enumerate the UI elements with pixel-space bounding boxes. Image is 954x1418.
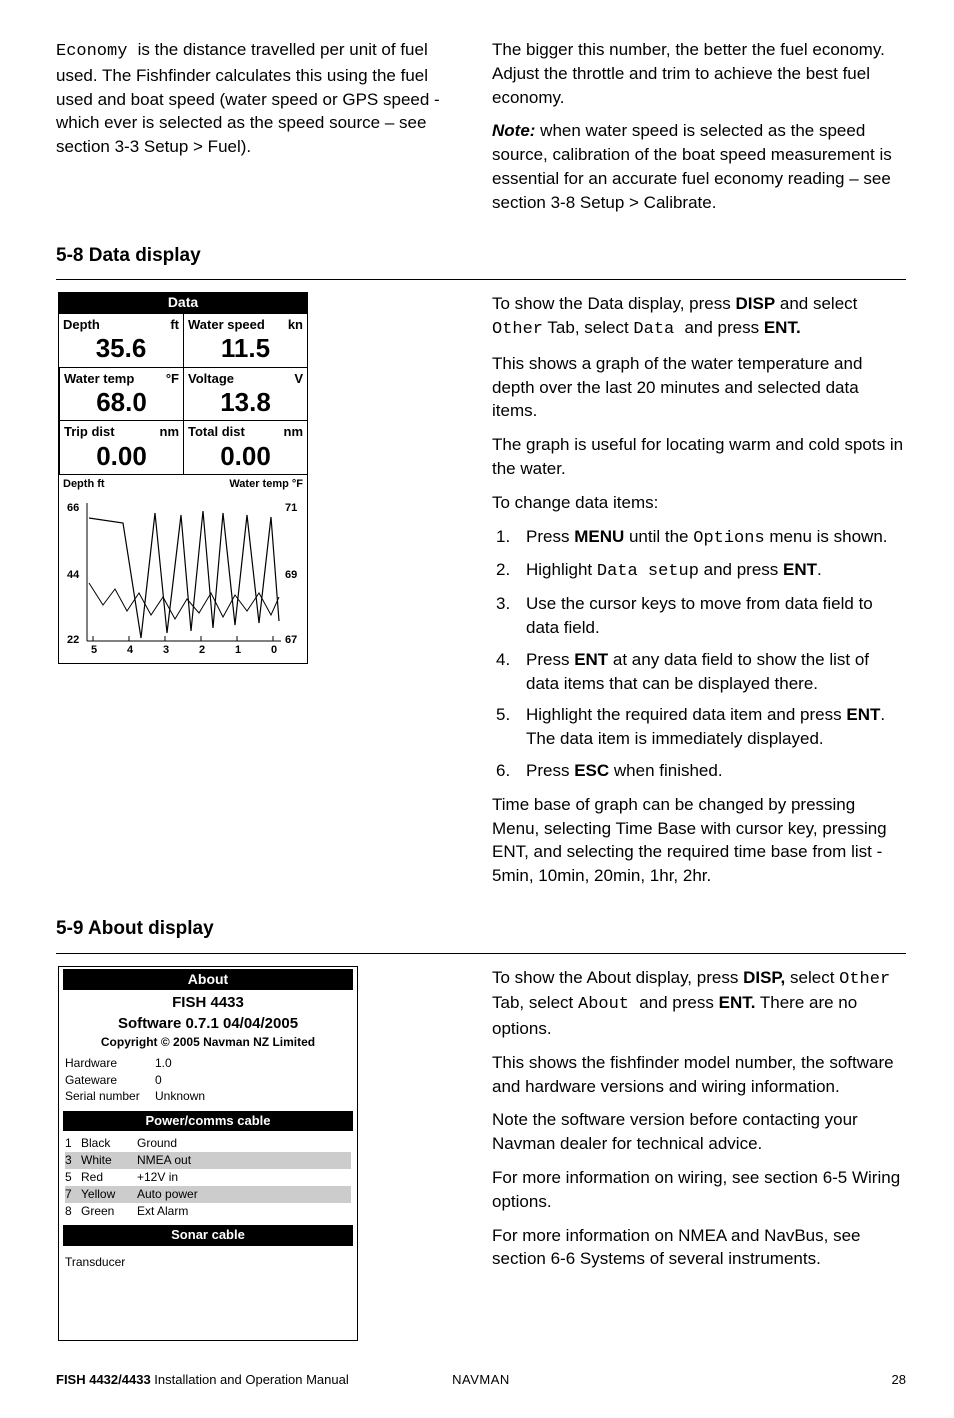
sonar-row: Transducer	[59, 1250, 357, 1341]
about-copyright: Copyright © 2005 Navman NZ Limited	[59, 1034, 357, 1051]
about-p2: This shows the fishfinder model number, …	[492, 1051, 906, 1099]
svg-text:67: 67	[285, 634, 297, 646]
svg-text:66: 66	[67, 502, 79, 514]
row-serial: Serial numberUnknown	[65, 1088, 351, 1105]
svg-text:1: 1	[235, 644, 241, 653]
cell-depth: Depthft 35.6	[59, 314, 183, 368]
svg-text:2: 2	[199, 644, 205, 653]
footer-brand: NAVMAN	[452, 1371, 510, 1389]
data-p2: This shows a graph of the water temperat…	[492, 352, 906, 423]
page-number: 28	[510, 1371, 906, 1389]
cell-voltage: VoltageV 13.8	[183, 368, 307, 422]
svg-text:3: 3	[163, 644, 169, 653]
section-5-8: 5-8 Data display Data Depthft 35.6 Water…	[56, 243, 906, 898]
about-figure-col: About FISH 4433 Software 0.7.1 04/04/200…	[56, 966, 456, 1342]
data-grid: Depthft 35.6 Water speedkn 11.5 Water te…	[58, 314, 308, 475]
about-model: FISH 4433	[59, 992, 357, 1013]
step-4: 4.Press ENT at any data field to show th…	[492, 648, 906, 696]
heading-5-8: 5-8 Data display	[56, 243, 906, 270]
intro-left: Economy is the distance travelled per un…	[56, 38, 456, 225]
data-p4: To change data items:	[492, 491, 906, 515]
data-text-col: To show the Data display, press DISP and…	[492, 292, 906, 898]
data-figure-col: Data Depthft 35.6 Water speedkn 11.5 Wat…	[56, 292, 456, 898]
depth-trace	[89, 511, 279, 638]
cell-total-dist: Total distnm 0.00	[183, 421, 307, 475]
page-footer: FISH 4432/4433 Installation and Operatio…	[56, 1371, 906, 1389]
svg-text:4: 4	[127, 644, 134, 653]
cell-water-speed: Water speedkn 11.5	[183, 314, 307, 368]
about-p5: For more information on NMEA and NavBus,…	[492, 1224, 906, 1272]
heading-5-9: 5-9 About display	[56, 916, 906, 943]
power-comms-bar: Power/comms cable	[63, 1111, 353, 1131]
cable-8: 8GreenExt Alarm	[65, 1203, 351, 1220]
cable-1: 1BlackGround	[65, 1135, 351, 1152]
step-5: 5.Highlight the required data item and p…	[492, 703, 906, 751]
step-2: 2.Highlight Data setup and press ENT.	[492, 558, 906, 584]
row-hardware: Hardware1.0	[65, 1055, 351, 1072]
about-p3: Note the software version before contact…	[492, 1108, 906, 1156]
cell-water-temp: Water temp°F 68.0	[59, 368, 183, 422]
about-text-col: To show the About display, press DISP, s…	[492, 966, 906, 1342]
intro-right: The bigger this number, the better the f…	[492, 38, 906, 225]
intro-right-note: Note: when water speed is selected as th…	[492, 119, 906, 214]
data-p5: Time base of graph can be changed by pre…	[492, 793, 906, 888]
about-title-bar: About	[63, 969, 353, 991]
about-software: Software 0.7.1 04/04/2005	[59, 1013, 357, 1034]
graph-right-label: Water temp °F	[229, 477, 303, 492]
data-steps: 1.Press MENU until the Options menu is s…	[492, 525, 906, 783]
graph-left-label: Depth ft	[63, 477, 105, 492]
cable-3: 3WhiteNMEA out	[65, 1152, 351, 1169]
about-p1: To show the About display, press DISP, s…	[492, 966, 906, 1041]
note-label: Note:	[492, 121, 535, 140]
sonar-bar: Sonar cable	[63, 1225, 353, 1245]
about-figure: About FISH 4433 Software 0.7.1 04/04/200…	[58, 966, 358, 1342]
data-p3: The graph is useful for locating warm an…	[492, 433, 906, 481]
temp-trace	[89, 583, 279, 619]
rule-5-8	[56, 279, 906, 280]
step-1: 1.Press MENU until the Options menu is s…	[492, 525, 906, 551]
intro-block: Economy is the distance travelled per un…	[56, 38, 906, 225]
rule-5-9	[56, 953, 906, 954]
about-rows: Hardware1.0 Gateware0 Serial numberUnkno…	[59, 1055, 357, 1105]
intro-right-p1: The bigger this number, the better the f…	[492, 38, 906, 109]
cable-5: 5Red+12V in	[65, 1169, 351, 1186]
section-5-9: 5-9 About display About FISH 4433 Softwa…	[56, 916, 906, 1342]
step-3: 3.Use the cursor keys to move from data …	[492, 592, 906, 640]
cable-rows: 1BlackGround 3WhiteNMEA out 5Red+12V in …	[59, 1135, 357, 1219]
svg-text:5: 5	[91, 644, 97, 653]
svg-text:44: 44	[67, 569, 80, 581]
step-6: 6.Press ESC when finished.	[492, 759, 906, 783]
svg-text:69: 69	[285, 569, 297, 581]
graph-panel: Depth ft Water temp °F 66 44 22 71 69 67	[58, 475, 308, 664]
svg-text:22: 22	[67, 634, 79, 646]
svg-text:0: 0	[271, 644, 277, 653]
cell-trip-dist: Trip distnm 0.00	[59, 421, 183, 475]
economy-word: Economy	[56, 42, 138, 61]
data-title-bar: Data	[58, 292, 308, 314]
data-p1: To show the Data display, press DISP and…	[492, 292, 906, 342]
svg-text:71: 71	[285, 502, 297, 514]
cable-7: 7YellowAuto power	[65, 1186, 351, 1203]
data-figure: Data Depthft 35.6 Water speedkn 11.5 Wat…	[58, 292, 308, 664]
economy-para: Economy is the distance travelled per un…	[56, 38, 456, 159]
row-gateware: Gateware0	[65, 1072, 351, 1089]
note-rest: when water speed is selected as the spee…	[492, 121, 892, 211]
about-p4: For more information on wiring, see sect…	[492, 1166, 906, 1214]
graph-svg: 66 44 22 71 69 67 5 4	[63, 493, 303, 653]
